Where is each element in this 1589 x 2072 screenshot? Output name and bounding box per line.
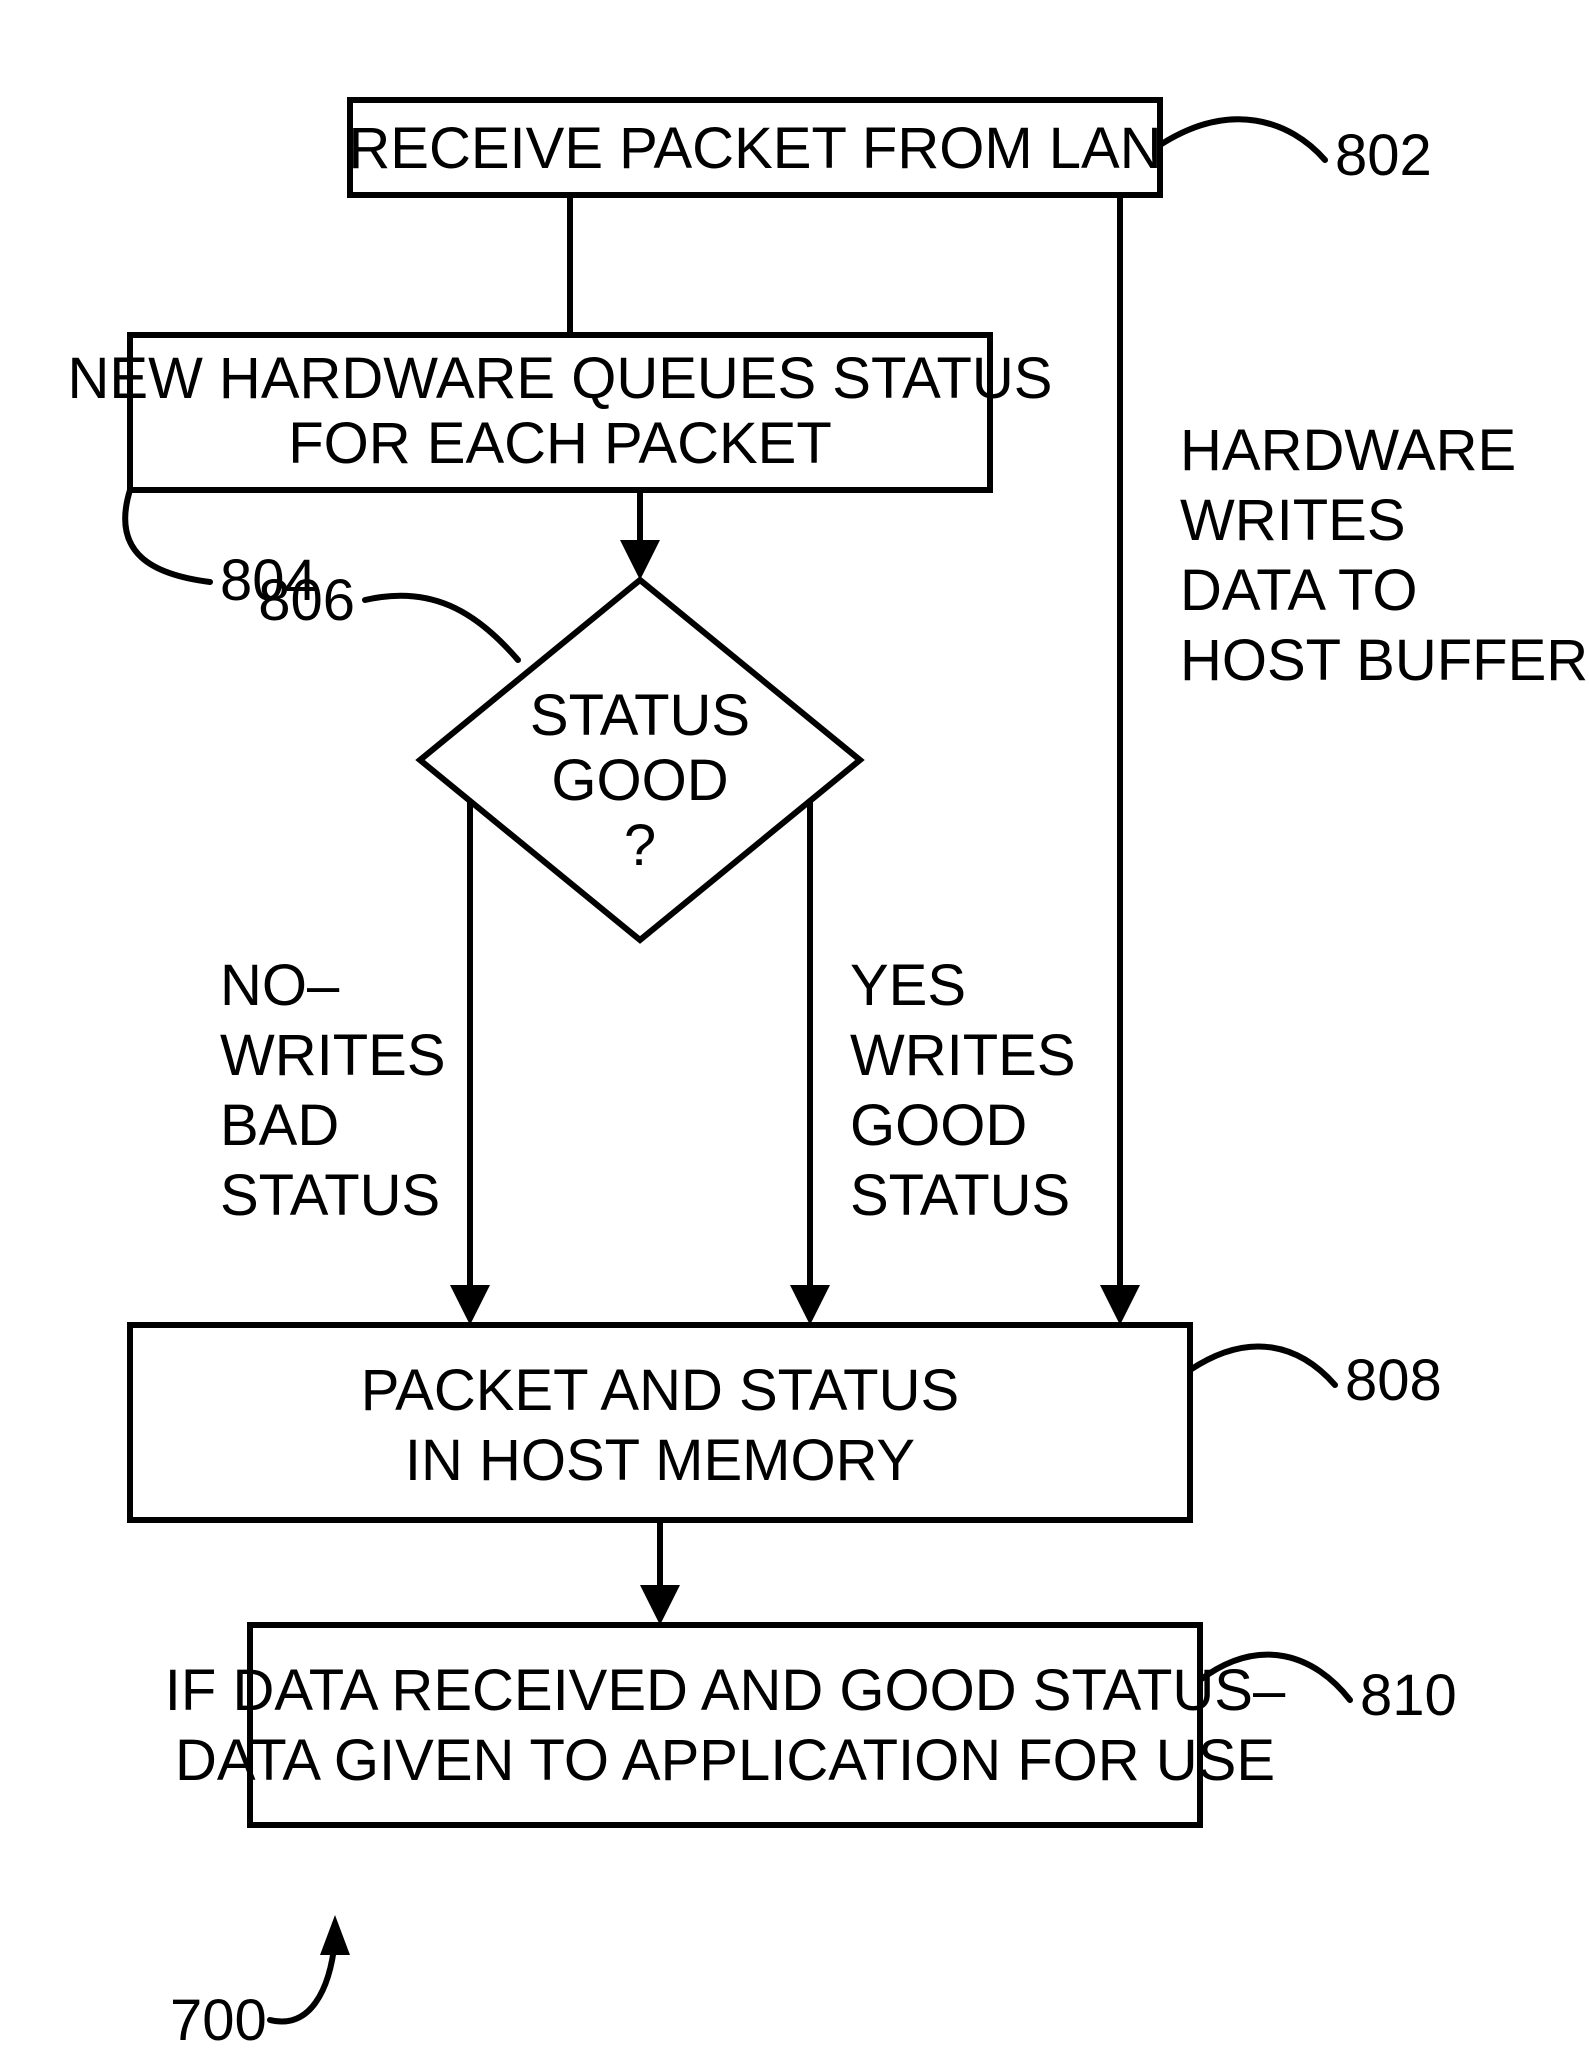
ref-802: 802 — [1335, 123, 1432, 188]
node-status-good-l1: STATUS — [530, 683, 750, 748]
ref-808: 808 — [1345, 1348, 1442, 1413]
flowchart: RECEIVE PACKET FROM LAN 802 NEW HARDWARE… — [0, 0, 1589, 2072]
leader-802 — [1160, 119, 1325, 160]
label-hw-l3: DATA TO — [1180, 558, 1417, 623]
node-queue-status-l2: FOR EACH PACKET — [288, 411, 832, 476]
arrow-804-to-806 — [620, 540, 660, 580]
arrow-700 — [320, 1915, 350, 1955]
node-data-given-l2: DATA GIVEN TO APPLICATION FOR USE — [175, 1728, 1275, 1793]
label-yes-l1: YES — [850, 953, 966, 1018]
node-queue-status-l1: NEW HARDWARE QUEUES STATUS — [68, 346, 1053, 411]
node-packet-in-memory-l2: IN HOST MEMORY — [405, 1428, 915, 1493]
arrow-802-to-808 — [1100, 1285, 1140, 1325]
arrow-808-to-810 — [640, 1585, 680, 1625]
node-packet-in-memory-l1: PACKET AND STATUS — [361, 1358, 959, 1423]
node-status-good-l2: GOOD — [551, 748, 728, 813]
arrow-no-to-808 — [450, 1285, 490, 1325]
label-hw-l4: HOST BUFFER — [1180, 628, 1588, 693]
leader-804 — [125, 490, 210, 582]
label-no-l2: WRITES — [220, 1023, 446, 1088]
label-yes-l2: WRITES — [850, 1023, 1076, 1088]
label-yes-l3: GOOD — [850, 1093, 1027, 1158]
figure-ref: 700 — [170, 1988, 267, 2053]
label-hw-l1: HARDWARE — [1180, 418, 1516, 483]
label-no-l1: NO– — [220, 953, 340, 1018]
label-no-l3: BAD — [220, 1093, 339, 1158]
leader-808 — [1190, 1346, 1335, 1385]
label-hw-l2: WRITES — [1180, 488, 1406, 553]
node-status-good-l3: ? — [624, 813, 656, 878]
node-receive-packet-label: RECEIVE PACKET FROM LAN — [348, 116, 1161, 181]
label-no-l4: STATUS — [220, 1163, 440, 1228]
label-yes-l4: STATUS — [850, 1163, 1070, 1228]
ref-810: 810 — [1360, 1663, 1457, 1728]
ref-806: 806 — [258, 568, 355, 633]
node-data-given-l1: IF DATA RECEIVED AND GOOD STATUS– — [165, 1658, 1286, 1723]
node-data-given — [250, 1625, 1200, 1825]
arrow-yes-to-808 — [790, 1285, 830, 1325]
leader-806 — [365, 596, 518, 660]
